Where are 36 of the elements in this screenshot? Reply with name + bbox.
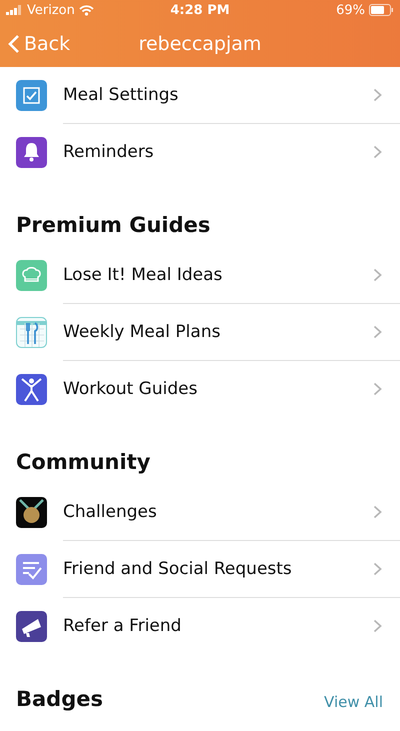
bell-icon bbox=[16, 137, 47, 168]
chevron-icon bbox=[373, 562, 382, 576]
menu-item-label[interactable]: Refer a Friend bbox=[63, 616, 182, 636]
section-heading: Community bbox=[16, 450, 150, 474]
section-heading: Premium Guides bbox=[16, 213, 210, 237]
chevron-left-icon bbox=[8, 34, 20, 54]
menu-item-label[interactable]: Workout Guides bbox=[63, 379, 198, 399]
checklist-icon bbox=[16, 554, 47, 585]
chef-hat-icon bbox=[16, 260, 47, 291]
calendar-utensils-icon bbox=[16, 317, 47, 348]
figure-icon bbox=[16, 374, 47, 405]
screen-title: rebeccapjam bbox=[138, 32, 262, 54]
chevron-icon bbox=[373, 88, 382, 102]
chevron-icon bbox=[373, 145, 382, 159]
menu-item-label[interactable]: Reminders bbox=[63, 142, 154, 162]
signal-icon bbox=[6, 5, 23, 15]
checkbox-icon bbox=[16, 80, 47, 111]
chevron-icon bbox=[373, 505, 382, 519]
chevron-icon bbox=[373, 382, 382, 396]
chevron-icon bbox=[373, 268, 382, 282]
menu-item-label[interactable]: Weekly Meal Plans bbox=[63, 322, 220, 342]
megaphone-icon bbox=[16, 611, 47, 642]
battery-icon bbox=[368, 4, 394, 16]
section-heading: Badges bbox=[16, 687, 103, 711]
menu-item-label[interactable]: Friend and Social Requests bbox=[63, 559, 292, 579]
menu-item-label[interactable]: Challenges bbox=[63, 502, 157, 522]
menu-item-label[interactable]: Meal Settings bbox=[63, 85, 178, 105]
wifi-icon bbox=[78, 4, 94, 16]
medal-icon bbox=[16, 497, 47, 528]
chevron-icon bbox=[373, 325, 382, 339]
status-time: 4:28 PM bbox=[170, 2, 230, 18]
battery-percent: 69% bbox=[336, 2, 365, 18]
view-all-link[interactable]: View All bbox=[324, 693, 383, 711]
carrier-name: Verizon bbox=[27, 2, 75, 18]
menu-item-label[interactable]: Lose It! Meal Ideas bbox=[63, 265, 222, 285]
chevron-icon bbox=[373, 619, 382, 633]
